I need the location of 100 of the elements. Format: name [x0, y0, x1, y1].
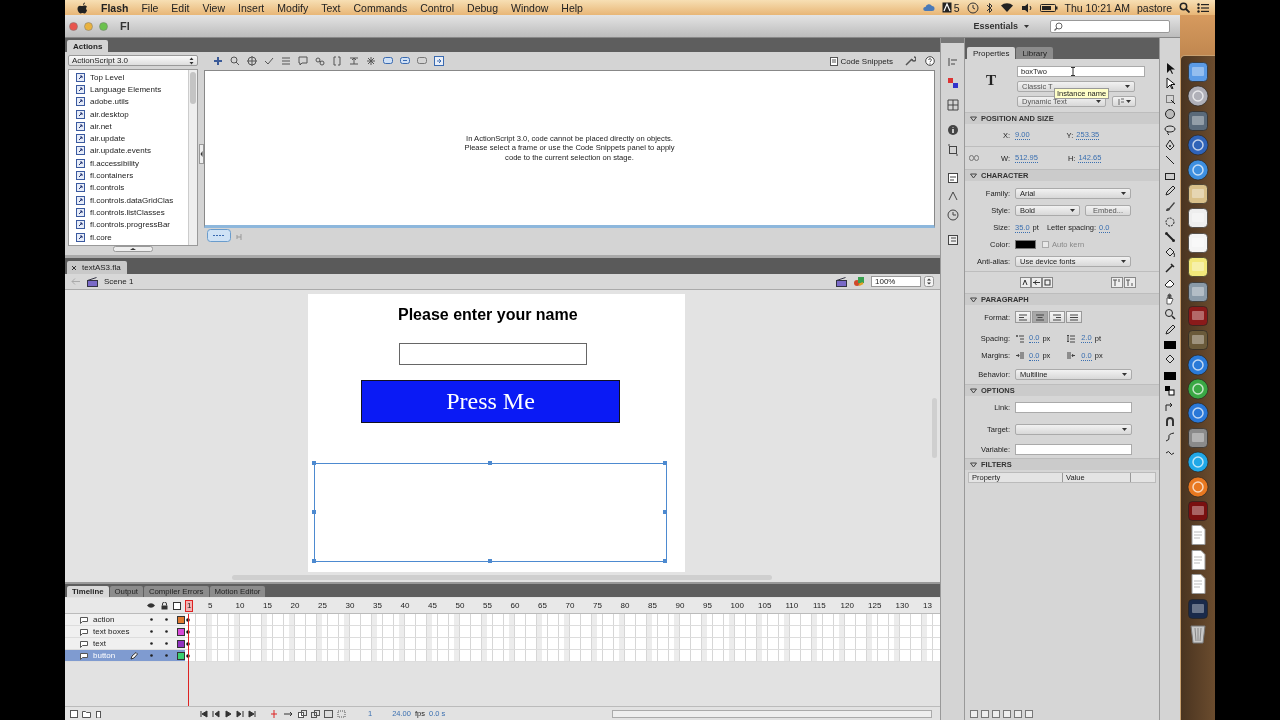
preset-icon[interactable]	[981, 709, 989, 718]
comment-block-icon[interactable]	[382, 55, 394, 67]
menu-item[interactable]: Commands	[347, 1, 414, 14]
new-folder-icon[interactable]	[82, 709, 91, 718]
components-panel-icon[interactable]	[946, 172, 959, 184]
variable-field[interactable]	[1015, 443, 1132, 455]
outline-column-icon[interactable]	[173, 601, 181, 610]
edit-symbol-icon[interactable]	[853, 276, 865, 287]
uncomment-icon[interactable]	[416, 55, 428, 67]
modify-markers-icon[interactable]	[337, 709, 346, 718]
zoom-field[interactable]: 100%	[871, 276, 921, 287]
dock-app-icon[interactable]	[1187, 426, 1209, 449]
snap-magnet-icon[interactable]	[1164, 416, 1176, 428]
add-filter-icon[interactable]	[970, 709, 978, 718]
time-machine-icon[interactable]	[966, 1, 979, 14]
package-item[interactable]: air.update.events	[90, 146, 151, 156]
scrollbar[interactable]	[188, 70, 197, 245]
panel-toggle-icon[interactable]	[433, 55, 445, 67]
package-item[interactable]: air.desktop	[90, 109, 129, 119]
app-menu[interactable]: Flash	[87, 1, 135, 14]
wifi-icon[interactable]	[999, 2, 1014, 13]
package-item[interactable]: fl.controls.listClasses	[90, 207, 165, 217]
panel-tab[interactable]: Actions	[67, 40, 109, 52]
smooth-icon[interactable]	[1164, 431, 1176, 444]
history-panel-icon[interactable]	[946, 209, 959, 221]
battery-icon[interactable]	[1039, 2, 1058, 13]
dock-app-icon[interactable]	[1187, 231, 1209, 254]
dock-app-icon[interactable]	[1187, 402, 1209, 425]
trash-icon[interactable]	[1187, 622, 1209, 644]
pencil-icon[interactable]	[1164, 185, 1176, 198]
transform-panel-icon[interactable]	[946, 144, 959, 156]
stroke-color-icon[interactable]	[1164, 323, 1176, 336]
default-colors-icon[interactable]	[1164, 385, 1176, 398]
align-right-button[interactable]	[1049, 311, 1065, 323]
splitter-handle-icon[interactable]	[198, 143, 204, 164]
render-html-icon[interactable]	[1031, 277, 1042, 288]
dock-app-icon[interactable]	[1187, 182, 1209, 205]
first-frame-icon[interactable]	[200, 709, 208, 718]
target-icon[interactable]	[246, 55, 258, 67]
eyedropper-icon[interactable]	[1164, 262, 1176, 275]
info-panel-icon[interactable]	[946, 124, 959, 136]
loop-icon[interactable]	[282, 709, 294, 718]
dock-app-icon[interactable]	[1187, 134, 1209, 157]
subscript-icon[interactable]	[1124, 277, 1136, 288]
paint-bucket-icon[interactable]	[1164, 246, 1176, 259]
pen-icon[interactable]	[1164, 138, 1176, 151]
menu-item[interactable]: Control	[413, 1, 461, 14]
collapse-handle-icon[interactable]	[113, 246, 153, 252]
menu-item[interactable]: Window	[504, 1, 555, 14]
free-transform-icon[interactable]	[1164, 92, 1176, 105]
package-item[interactable]: fl.core	[90, 232, 112, 242]
package-item[interactable]: fl.controls.dataGridClas	[90, 195, 174, 205]
help-search-field[interactable]	[1050, 19, 1170, 33]
debug-icon[interactable]	[314, 55, 326, 67]
wrench-icon[interactable]	[904, 55, 916, 67]
show-border-icon[interactable]	[1042, 277, 1053, 288]
deco-tool-icon[interactable]	[1164, 215, 1176, 228]
section-toggle-icon[interactable]	[970, 115, 977, 122]
menu-item[interactable]: Text	[314, 1, 347, 14]
color-panel-icon[interactable]	[946, 77, 959, 89]
lasso-icon[interactable]	[1164, 123, 1176, 136]
center-frame-icon[interactable]	[270, 709, 278, 718]
dock-app-icon[interactable]	[1187, 158, 1209, 181]
expand-all-icon[interactable]	[365, 55, 377, 67]
find-icon[interactable]	[229, 55, 241, 67]
dock-app-icon[interactable]	[1187, 61, 1209, 83]
script-tab-icon[interactable]	[207, 229, 231, 242]
section-toggle-icon[interactable]	[970, 387, 977, 394]
subselection-tool-icon[interactable]	[1164, 77, 1176, 90]
help-icon[interactable]	[925, 56, 935, 66]
dock-app-icon[interactable]	[1187, 207, 1209, 230]
dock-app-icon[interactable]	[1187, 280, 1209, 303]
collapse-selection-icon[interactable]	[348, 55, 360, 67]
brush-icon[interactable]	[1164, 200, 1176, 213]
press-me-button[interactable]: Press Me	[361, 380, 620, 423]
apple-icon[interactable]	[77, 1, 87, 14]
movie-explorer-icon[interactable]	[946, 234, 959, 246]
menu-list-icon[interactable]	[1197, 2, 1209, 13]
enable-filter-icon[interactable]	[1003, 709, 1011, 718]
edit-scene-icon[interactable]	[836, 276, 847, 287]
bluetooth-icon[interactable]	[985, 1, 993, 14]
link-field[interactable]	[1015, 401, 1132, 413]
dock-app-icon[interactable]	[1187, 329, 1209, 352]
name-input-field[interactable]	[399, 343, 587, 365]
package-item[interactable]: Language Elements	[90, 84, 162, 94]
collapse-icon[interactable]	[331, 55, 343, 67]
color-swatch[interactable]	[1015, 240, 1036, 249]
code-hint-icon[interactable]	[297, 55, 309, 67]
panel-tab[interactable]: Library	[1016, 47, 1053, 59]
dock-app-icon[interactable]	[1187, 378, 1209, 401]
new-layer-icon[interactable]	[70, 709, 78, 718]
package-item[interactable]: fl.controls	[90, 183, 125, 193]
rotation-tool-icon[interactable]	[1164, 108, 1176, 121]
section-toggle-icon[interactable]	[970, 461, 977, 468]
zoom-stepper-icon[interactable]	[924, 276, 934, 287]
dock-app-icon[interactable]	[1187, 451, 1209, 474]
code-snippets-button[interactable]: Code Snippets	[828, 56, 893, 66]
package-item[interactable]: adobe.utils	[90, 97, 129, 107]
menu-item[interactable]: Debug	[460, 1, 505, 14]
last-frame-icon[interactable]	[248, 709, 256, 718]
